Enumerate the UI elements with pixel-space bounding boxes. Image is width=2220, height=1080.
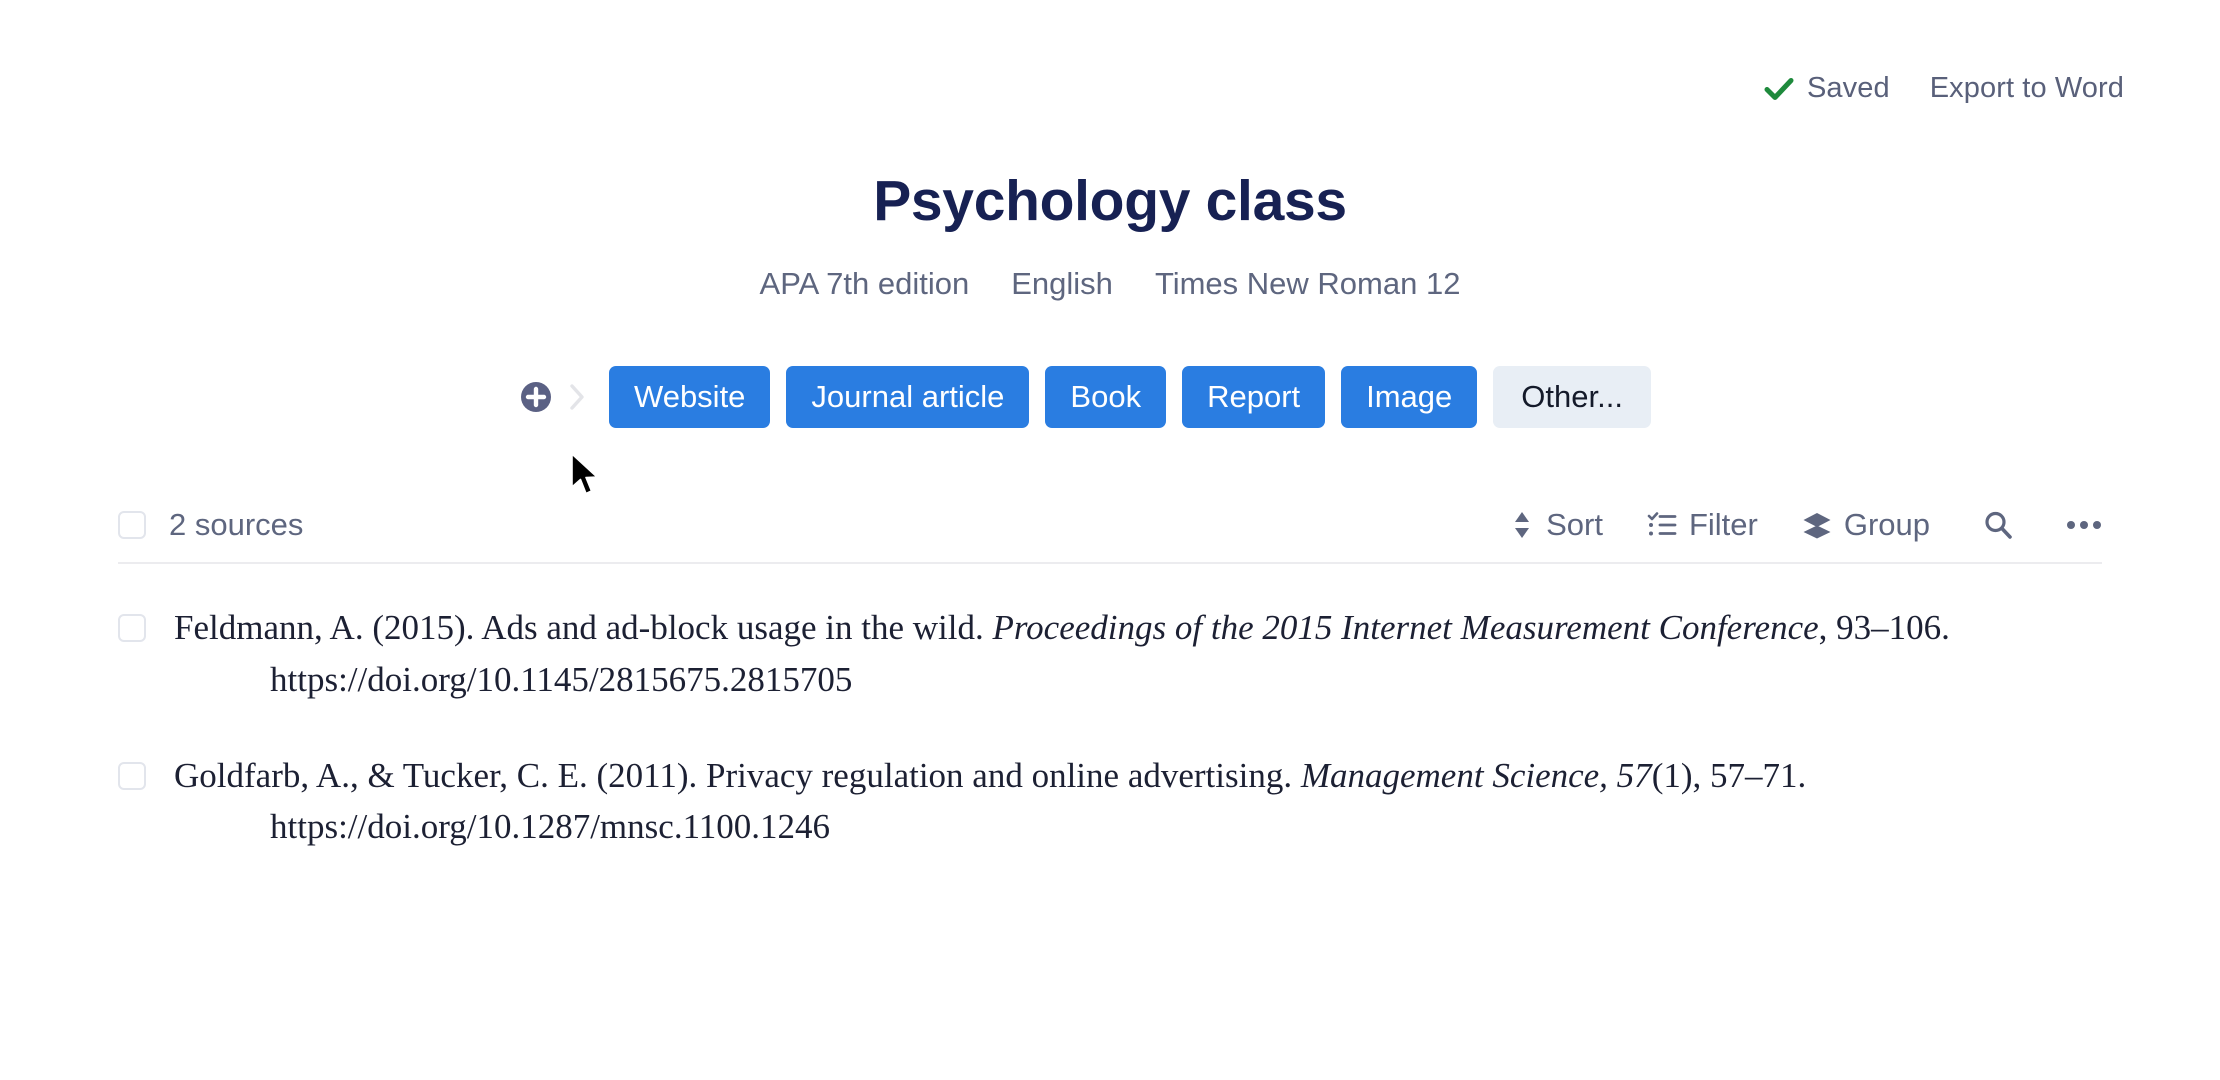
sources-toolbar: 2 sources Sort Filter Group xyxy=(118,495,2102,555)
meta-font[interactable]: Times New Roman 12 xyxy=(1155,266,1461,302)
citation-container-title: Management Science, 57 xyxy=(1300,755,1652,795)
toolbar-divider xyxy=(118,562,2102,564)
layers-icon xyxy=(1802,510,1832,540)
source-type-toolbar: Website Journal article Book Report Imag… xyxy=(519,366,1651,428)
source-type-book[interactable]: Book xyxy=(1045,366,1167,428)
citation-doi[interactable]: https://doi.org/10.1287/mnsc.1100.1246 xyxy=(174,801,1806,853)
citation-app-page: Saved Export to Word Psychology class AP… xyxy=(0,0,2220,1080)
sort-label: Sort xyxy=(1546,507,1603,542)
source-type-journal-article[interactable]: Journal article xyxy=(786,366,1030,428)
saved-status: Saved xyxy=(1764,72,1890,105)
group-label: Group xyxy=(1843,507,1930,542)
check-icon xyxy=(1764,76,1794,102)
citation-authors-title: Goldfarb, A., & Tucker, C. E. (2011). Pr… xyxy=(174,755,1301,795)
citation-text: Feldmann, A. (2015). Ads and ad-block us… xyxy=(174,602,1950,706)
group-button[interactable]: Group xyxy=(1802,507,1930,543)
citation-locator: , 93–106. xyxy=(1818,608,1950,647)
export-to-word-button[interactable]: Export to Word xyxy=(1930,72,2124,105)
source-type-website[interactable]: Website xyxy=(609,366,771,428)
meta-style[interactable]: APA 7th edition xyxy=(760,266,970,302)
sources-count-label: 2 sources xyxy=(169,507,304,542)
source-type-image[interactable]: Image xyxy=(1341,366,1478,428)
filter-list-icon xyxy=(1647,510,1677,540)
sources-toolbar-right: Sort Filter Group xyxy=(1466,507,2102,543)
search-button[interactable] xyxy=(1982,509,2014,541)
sort-arrows-icon xyxy=(1510,509,1534,541)
list-item[interactable]: Feldmann, A. (2015). Ads and ad-block us… xyxy=(118,602,2118,706)
search-icon xyxy=(1982,509,2014,541)
page-title: Psychology class xyxy=(873,169,1347,233)
source-type-other[interactable]: Other... xyxy=(1493,366,1651,428)
topbar: Saved Export to Word xyxy=(1764,72,2124,105)
sources-toolbar-left: 2 sources xyxy=(118,507,303,543)
citation-checkbox[interactable] xyxy=(118,761,146,790)
plus-circle-icon[interactable] xyxy=(519,380,553,414)
more-horizontal-icon xyxy=(2066,519,2102,531)
meta-language[interactable]: English xyxy=(1011,266,1113,302)
citation-text: Goldfarb, A., & Tucker, C. E. (2011). Pr… xyxy=(174,750,1806,854)
sort-button[interactable]: Sort xyxy=(1510,507,1603,543)
select-all-checkbox[interactable] xyxy=(118,511,146,539)
list-item[interactable]: Goldfarb, A., & Tucker, C. E. (2011). Pr… xyxy=(118,750,2118,854)
filter-button[interactable]: Filter xyxy=(1647,507,1758,543)
chevron-right-icon xyxy=(567,380,587,414)
more-options-button[interactable] xyxy=(2066,519,2102,531)
source-type-report[interactable]: Report xyxy=(1182,366,1326,428)
saved-label: Saved xyxy=(1806,72,1890,104)
citation-doi[interactable]: https://doi.org/10.1145/2815675.2815705 xyxy=(174,654,1950,706)
citation-authors-title: Feldmann, A. (2015). Ads and ad-block us… xyxy=(174,608,993,647)
citation-checkbox[interactable] xyxy=(118,614,146,642)
filter-label: Filter xyxy=(1688,507,1758,542)
citation-locator: (1), 57–71. xyxy=(1651,755,1807,795)
mouse-cursor xyxy=(570,453,604,499)
document-meta: APA 7th edition English Times New Roman … xyxy=(0,266,2220,302)
citation-list: Feldmann, A. (2015). Ads and ad-block us… xyxy=(118,602,2118,897)
citation-container-title: Proceedings of the 2015 Internet Measure… xyxy=(992,608,1819,647)
